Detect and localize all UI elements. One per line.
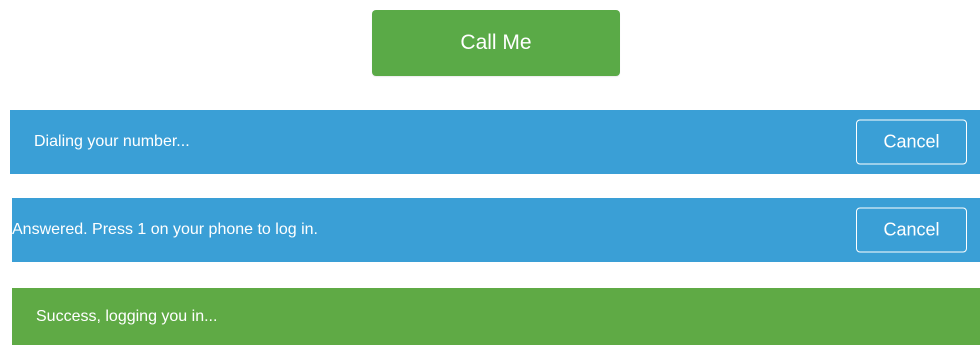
call-me-label: Call Me <box>460 31 532 54</box>
answered-status-bar: Answered. Press 1 on your phone to log i… <box>12 198 980 262</box>
success-status-text: Success, logging you in... <box>36 307 218 325</box>
cancel-answered-button[interactable]: Cancel <box>856 207 967 253</box>
dialing-status-text: Dialing your number... <box>34 133 190 150</box>
cancel-dialing-label: Cancel <box>883 131 940 152</box>
success-status-bar: Success, logging you in... <box>12 288 980 345</box>
cancel-dialing-button[interactable]: Cancel <box>856 119 967 165</box>
dialing-status-bar: Dialing your number... Cancel <box>10 110 980 174</box>
call-me-button[interactable]: Call Me <box>372 10 620 76</box>
cancel-answered-label: Cancel <box>883 219 940 240</box>
answered-status-text: Answered. Press 1 on your phone to log i… <box>12 221 318 238</box>
